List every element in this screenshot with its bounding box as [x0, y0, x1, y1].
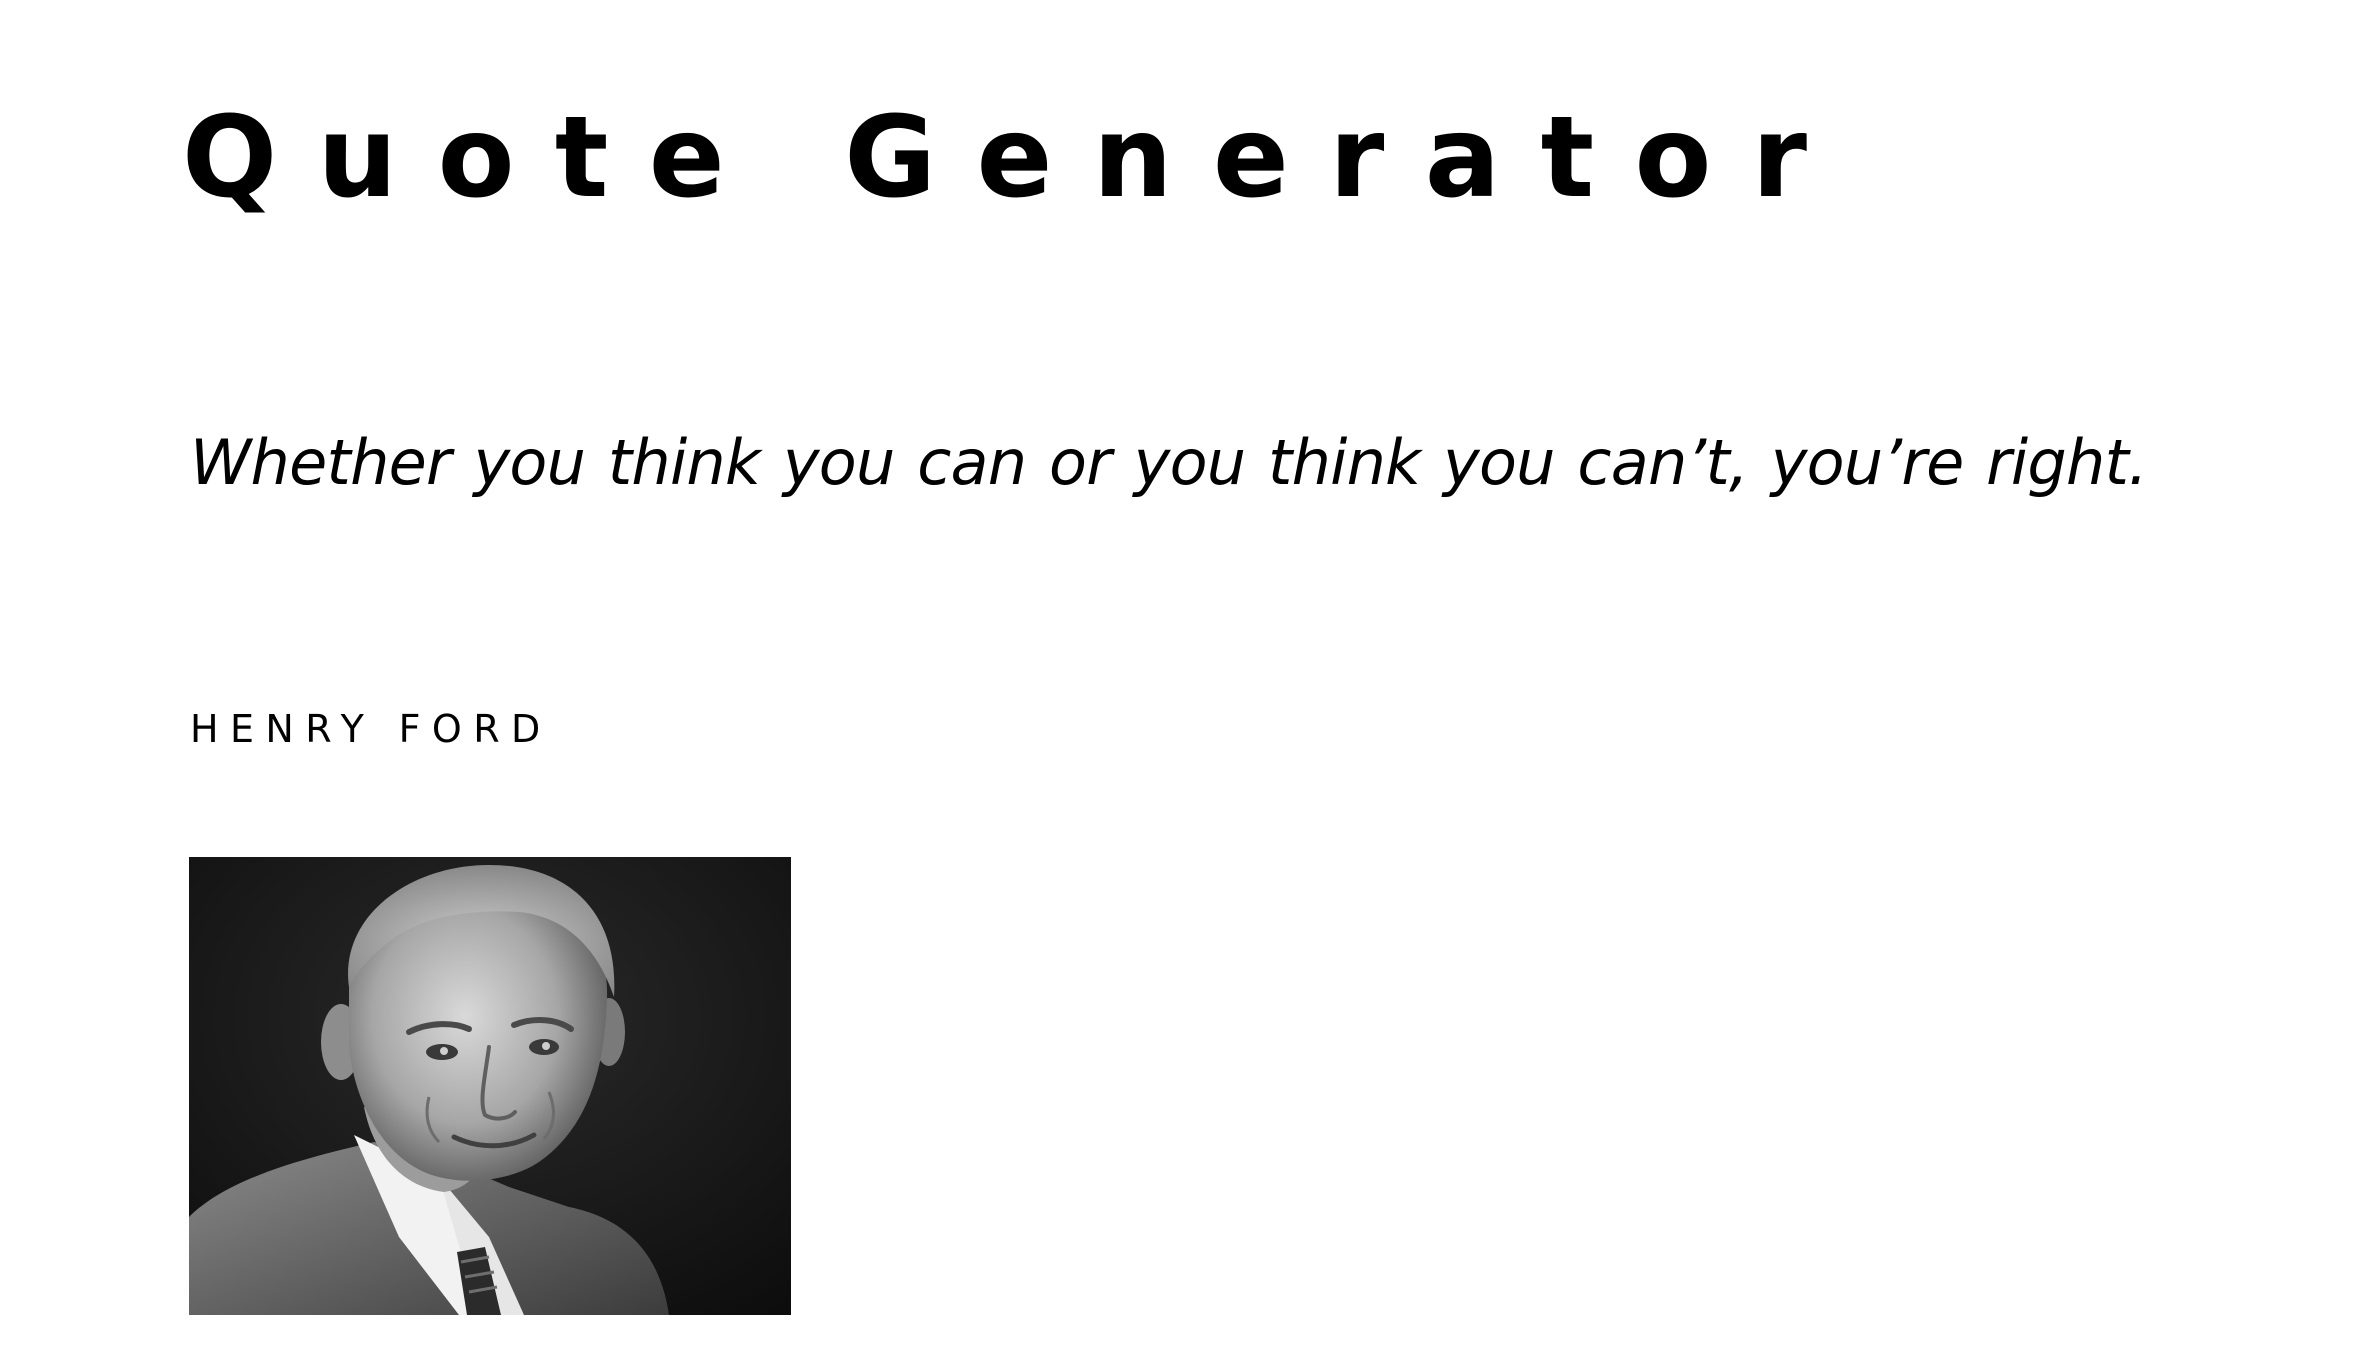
quote-text: Whether you think you can or you think y… — [190, 426, 2148, 499]
author-photo — [189, 857, 791, 1315]
author-portrait-image — [189, 857, 791, 1315]
page-title: Quote Generator — [182, 93, 1848, 223]
quote-author: HENRY FORD — [190, 707, 552, 751]
quote-generator-page: Quote Generator Whether you think you ca… — [0, 0, 2366, 1362]
